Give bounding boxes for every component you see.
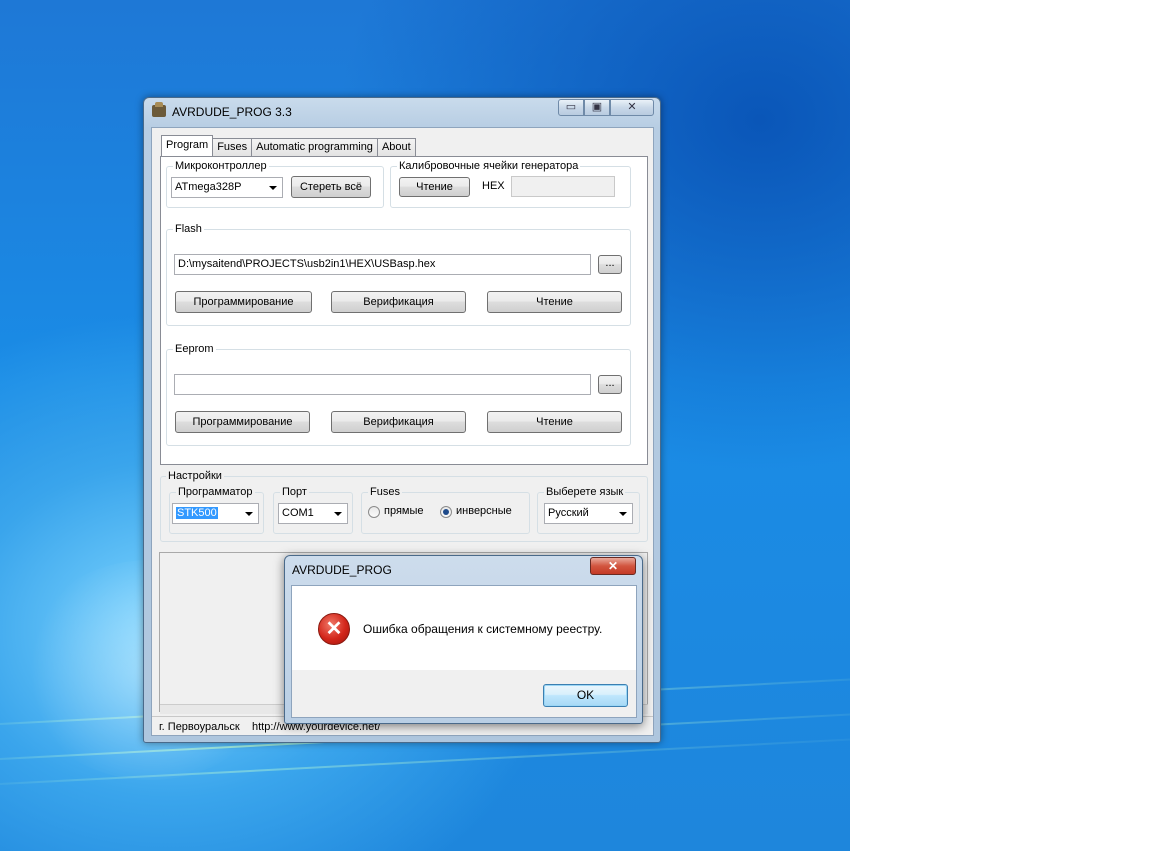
chevron-down-icon bbox=[245, 512, 253, 516]
port-group: Порт COM1 bbox=[273, 486, 353, 534]
close-button[interactable]: ✕ bbox=[610, 99, 654, 116]
dialog-body: ✕ Ошибка обращения к системному реестру.… bbox=[291, 585, 637, 718]
chevron-down-icon bbox=[269, 186, 277, 190]
app-icon bbox=[152, 102, 166, 117]
hex-label: HEX bbox=[482, 180, 505, 192]
flash-program-button[interactable]: Программирование bbox=[175, 291, 312, 313]
tab-about[interactable]: About bbox=[376, 138, 416, 156]
calibration-group: Калибровочные ячейки генератора Чтение H… bbox=[390, 160, 631, 208]
tab-strip: Program Fuses Automatic programming Abou… bbox=[161, 135, 416, 156]
eeprom-program-button[interactable]: Программирование bbox=[175, 411, 310, 433]
maximize-button[interactable]: ▣ bbox=[584, 99, 610, 116]
mcu-select-value: ATmega328P bbox=[175, 181, 242, 193]
dialog-close-button[interactable]: ✕ bbox=[590, 557, 636, 575]
eeprom-group-label: Eeprom bbox=[173, 343, 216, 355]
eeprom-verify-button[interactable]: Верификация bbox=[331, 411, 466, 433]
mcu-group: Микроконтроллер ATmega328P Стереть всё bbox=[166, 160, 384, 208]
tab-automatic-programming[interactable]: Automatic programming bbox=[251, 138, 378, 156]
language-label: Выберете язык bbox=[544, 486, 626, 498]
erase-all-button[interactable]: Стереть всё bbox=[291, 176, 371, 198]
chevron-down-icon bbox=[334, 512, 342, 516]
calibration-read-button[interactable]: Чтение bbox=[399, 177, 470, 197]
tab-program[interactable]: Program bbox=[161, 135, 214, 156]
port-label: Порт bbox=[280, 486, 309, 498]
eeprom-browse-button[interactable]: ... bbox=[598, 375, 622, 394]
minimize-button[interactable]: ▭ bbox=[558, 99, 584, 116]
fuses-direct-label: прямые bbox=[384, 505, 424, 517]
language-select-value: Русский bbox=[548, 507, 589, 519]
calibration-group-label: Калибровочные ячейки генератора bbox=[397, 160, 581, 172]
flash-verify-button[interactable]: Верификация bbox=[331, 291, 466, 313]
window-title: AVRDUDE_PROG 3.3 bbox=[172, 105, 292, 119]
chevron-down-icon bbox=[619, 512, 627, 516]
hex-value-field bbox=[511, 176, 615, 197]
fuses-direct-radio[interactable] bbox=[368, 506, 380, 518]
dialog-message: Ошибка обращения к системному реестру. bbox=[363, 622, 603, 636]
error-icon: ✕ bbox=[318, 613, 350, 645]
flash-path-input[interactable]: D:\mysaitend\PROJECTS\usb2in1\HEX\USBasp… bbox=[174, 254, 591, 275]
language-group: Выберете язык Русский bbox=[537, 486, 640, 534]
programmer-select[interactable]: STK500 bbox=[172, 503, 259, 524]
eeprom-read-button[interactable]: Чтение bbox=[487, 411, 622, 433]
dialog-message-area: ✕ Ошибка обращения к системному реестру. bbox=[292, 586, 636, 670]
fuses-inverse-label: инверсные bbox=[456, 505, 512, 517]
settings-group: Настройки Программатор STK500 Порт COM1 … bbox=[160, 470, 648, 542]
mcu-select[interactable]: ATmega328P bbox=[171, 177, 283, 198]
dialog-title: AVRDUDE_PROG bbox=[292, 563, 392, 577]
flash-group-label: Flash bbox=[173, 223, 204, 235]
tab-fuses[interactable]: Fuses bbox=[212, 138, 253, 156]
eeprom-group: Eeprom ... Программирование Верификация … bbox=[166, 343, 631, 446]
fuses-label: Fuses bbox=[368, 486, 402, 498]
port-select-value: COM1 bbox=[282, 507, 314, 519]
eeprom-path-input[interactable] bbox=[174, 374, 591, 395]
flash-group: Flash D:\mysaitend\PROJECTS\usb2in1\HEX\… bbox=[166, 223, 631, 326]
ok-button[interactable]: OK bbox=[543, 684, 628, 707]
error-dialog: AVRDUDE_PROG ✕ ✕ Ошибка обращения к сист… bbox=[284, 555, 643, 724]
programmer-group: Программатор STK500 bbox=[169, 486, 264, 534]
port-select[interactable]: COM1 bbox=[278, 503, 348, 524]
mcu-group-label: Микроконтроллер bbox=[173, 160, 269, 172]
program-tab-panel: Микроконтроллер ATmega328P Стереть всё К… bbox=[160, 156, 648, 465]
language-select[interactable]: Русский bbox=[544, 503, 633, 524]
flash-browse-button[interactable]: ... bbox=[598, 255, 622, 274]
flash-read-button[interactable]: Чтение bbox=[487, 291, 622, 313]
status-city: г. Первоуральск bbox=[159, 721, 240, 733]
title-bar[interactable]: AVRDUDE_PROG 3.3 ▭ ▣ ✕ bbox=[144, 98, 660, 126]
fuses-inverse-radio[interactable] bbox=[440, 506, 452, 518]
programmer-select-value: STK500 bbox=[176, 507, 218, 519]
fuses-group: Fuses прямые инверсные bbox=[361, 486, 530, 534]
programmer-label: Программатор bbox=[176, 486, 255, 498]
settings-group-label: Настройки bbox=[166, 470, 224, 482]
